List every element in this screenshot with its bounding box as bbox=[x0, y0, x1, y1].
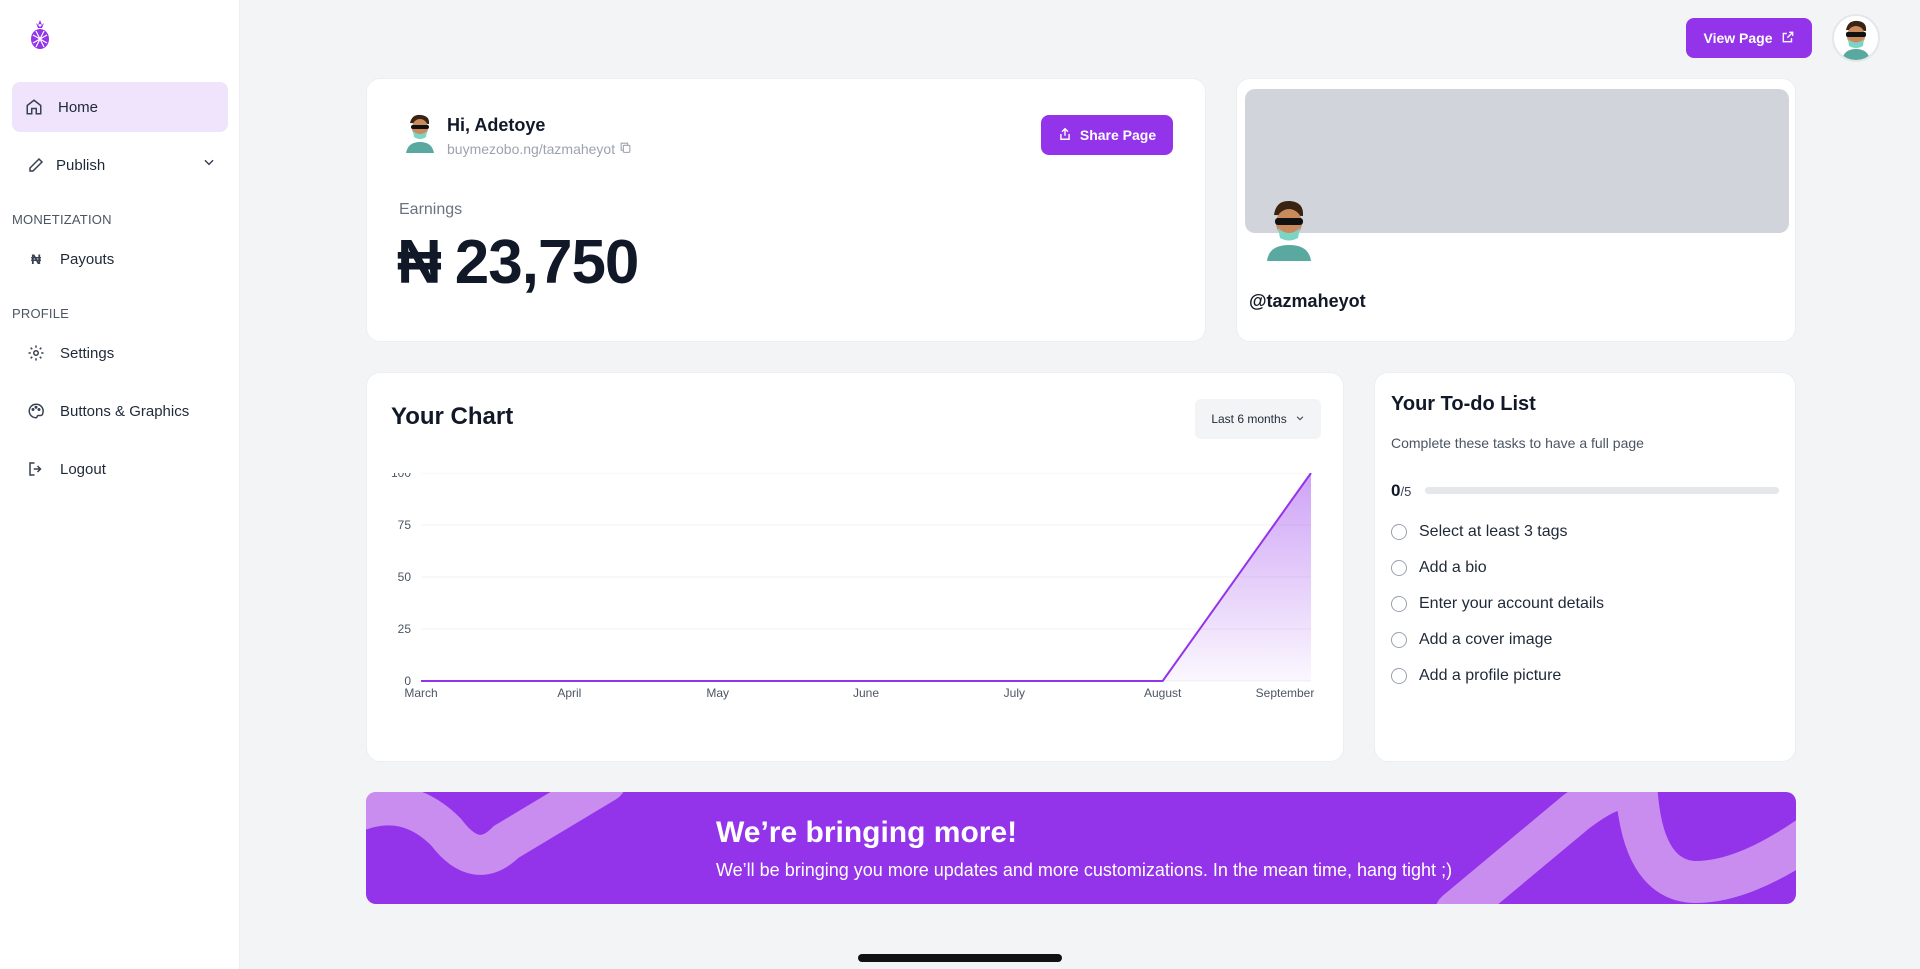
banner-text: We’ll be bringing you more updates and m… bbox=[716, 860, 1453, 880]
sidebar-item-payouts[interactable]: ₦ Payouts bbox=[12, 234, 228, 284]
pineapple-logo-icon[interactable] bbox=[28, 20, 52, 50]
todo-item[interactable]: Select at least 3 tags bbox=[1391, 523, 1568, 541]
todo-item[interactable]: Add a cover image bbox=[1391, 631, 1552, 649]
home-indicator bbox=[858, 954, 1062, 962]
x-tick-label: June bbox=[853, 686, 879, 700]
logout-icon bbox=[26, 459, 46, 479]
radio-circle-icon[interactable] bbox=[1391, 596, 1407, 612]
user-avatar[interactable] bbox=[1832, 14, 1880, 62]
profile-picture[interactable] bbox=[1261, 197, 1317, 261]
greeting-avatar bbox=[403, 113, 437, 153]
sidebar-item-buttons-graphics[interactable]: Buttons & Graphics bbox=[12, 386, 228, 436]
cover-image[interactable] bbox=[1245, 89, 1789, 233]
greeting-card: Hi, Adetoye buymezobo.ng/tazmaheyot Shar… bbox=[366, 78, 1206, 342]
page-url-text: buymezobo.ng/tazmaheyot bbox=[447, 141, 616, 157]
todo-subtitle: Complete these tasks to have a full page bbox=[1391, 435, 1644, 451]
todo-item-label: Select at least 3 tags bbox=[1419, 523, 1568, 540]
radio-circle-icon[interactable] bbox=[1391, 668, 1407, 684]
todo-card: Your To-do List Complete these tasks to … bbox=[1374, 372, 1796, 762]
y-tick-label: 75 bbox=[398, 518, 412, 532]
sidebar-item-label: Payouts bbox=[60, 250, 115, 268]
share-icon bbox=[1058, 126, 1072, 145]
range-select-value: Last 6 months bbox=[1211, 412, 1287, 426]
sidebar-item-logout[interactable]: Logout bbox=[12, 444, 228, 494]
todo-progress-count: 0 /5 bbox=[1391, 481, 1411, 501]
banner-wave-decoration bbox=[366, 792, 1796, 904]
copy-icon[interactable] bbox=[619, 141, 632, 157]
view-page-button[interactable]: View Page bbox=[1686, 18, 1812, 58]
earnings-value: 23,750 bbox=[454, 228, 640, 297]
todo-done-count: 0 bbox=[1391, 481, 1401, 500]
todo-item-label: Enter your account details bbox=[1419, 595, 1604, 612]
todo-item-label: Add a bio bbox=[1419, 559, 1487, 576]
sidebar-item-label: Settings bbox=[60, 344, 115, 362]
earnings-chart: 0255075100 March April May June July August Se… bbox=[391, 473, 1315, 700]
profile-handle: @tazmaheyot bbox=[1249, 291, 1366, 311]
sidebar-item-label: Logout bbox=[60, 460, 106, 478]
x-tick-label: July bbox=[1004, 686, 1025, 700]
view-page-label: View Page bbox=[1703, 30, 1773, 46]
sidebar-item-settings[interactable]: Settings bbox=[12, 328, 228, 378]
todo-item[interactable]: Enter your account details bbox=[1391, 595, 1604, 613]
y-tick-label: 50 bbox=[398, 570, 412, 584]
todo-item[interactable]: Add a profile picture bbox=[1391, 667, 1561, 685]
chart-title: Your Chart bbox=[391, 403, 514, 430]
todo-item-label: Add a cover image bbox=[1419, 631, 1553, 648]
x-tick-label: April bbox=[557, 686, 581, 700]
sidebar-item-publish[interactable]: Publish bbox=[12, 140, 228, 190]
profile-card: @tazmaheyot bbox=[1236, 78, 1796, 342]
x-tick-label: March bbox=[404, 686, 437, 700]
chevron-down-icon[interactable] bbox=[202, 155, 216, 173]
x-tick-label: September bbox=[1256, 686, 1315, 700]
todo-item[interactable]: Add a bio bbox=[1391, 559, 1487, 577]
sidebar: Home Publish MONETIZATION ₦ Payouts PROF… bbox=[0, 0, 240, 969]
chevron-down-icon bbox=[1295, 412, 1305, 426]
page-url: buymezobo.ng/tazmaheyot bbox=[447, 141, 632, 157]
x-tick-label: August bbox=[1144, 686, 1182, 700]
palette-icon bbox=[26, 401, 46, 421]
radio-circle-icon[interactable] bbox=[1391, 560, 1407, 576]
todo-progress-bar bbox=[1425, 487, 1779, 494]
radio-circle-icon[interactable] bbox=[1391, 632, 1407, 648]
currency-symbol: ₦ bbox=[397, 228, 442, 297]
naira-icon: ₦ bbox=[30, 251, 42, 267]
todo-total-count: /5 bbox=[1400, 484, 1412, 499]
y-tick-label: 100 bbox=[391, 473, 411, 480]
range-select[interactable]: Last 6 months bbox=[1195, 399, 1321, 439]
earnings-amount: ₦ 23,750 bbox=[397, 227, 640, 298]
sidebar-item-label: Buttons & Graphics bbox=[60, 402, 190, 420]
greeting-name: Hi, Adetoye bbox=[447, 115, 546, 135]
section-label-monetization: MONETIZATION bbox=[12, 212, 112, 227]
sidebar-item-label: Home bbox=[58, 98, 99, 116]
todo-title: Your To-do List bbox=[1391, 393, 1536, 415]
announcement-banner: We’re bringing more! We’ll be bringing y… bbox=[366, 792, 1796, 904]
external-link-icon bbox=[1781, 30, 1795, 47]
earnings-label: Earnings bbox=[399, 201, 463, 218]
gear-icon bbox=[26, 343, 46, 363]
radio-circle-icon[interactable] bbox=[1391, 524, 1407, 540]
x-tick-label: May bbox=[706, 686, 729, 700]
pencil-icon bbox=[26, 155, 46, 175]
share-page-label: Share Page bbox=[1079, 127, 1157, 143]
home-icon bbox=[24, 97, 44, 117]
chart-card: Your Chart Last 6 months 0 25 50 75 100 Marc… bbox=[366, 372, 1344, 762]
banner-title: We’re bringing more! bbox=[716, 816, 1018, 849]
sidebar-item-home[interactable]: Home bbox=[12, 82, 228, 132]
share-page-button[interactable]: Share Page bbox=[1041, 115, 1173, 155]
section-label-profile: PROFILE bbox=[12, 306, 70, 321]
todo-item-label: Add a profile picture bbox=[1419, 667, 1562, 684]
sidebar-item-label: Publish bbox=[56, 156, 106, 174]
y-tick-label: 25 bbox=[398, 622, 412, 636]
